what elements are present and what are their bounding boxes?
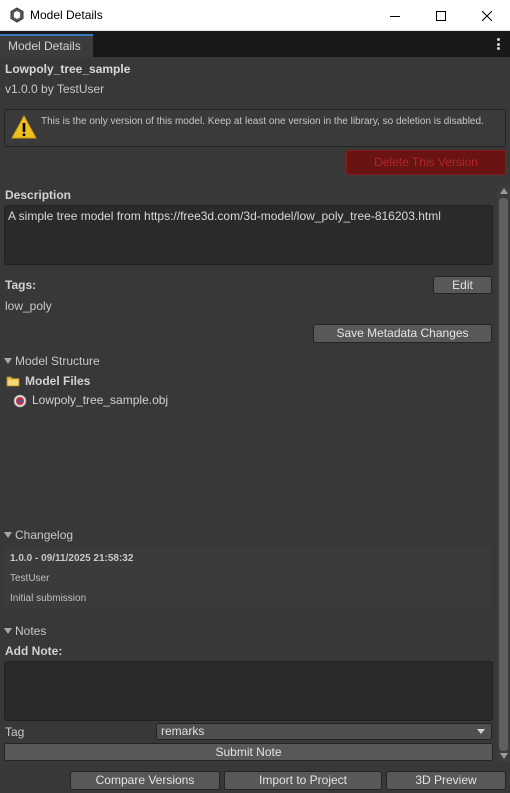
warning-text: This is the only version of this model. … xyxy=(41,116,484,127)
model-file-name: Lowpoly_tree_sample.obj xyxy=(32,393,169,407)
chevron-down-icon xyxy=(4,628,12,634)
changelog-entry: 1.0.0 - 09/11/2025 21:58:32 TestUser Ini… xyxy=(4,547,491,609)
notes-foldout[interactable]: Notes xyxy=(4,624,46,638)
edit-tags-button[interactable]: Edit xyxy=(433,276,492,294)
app-icon xyxy=(9,7,25,23)
window-title: Model Details xyxy=(30,8,103,22)
more-options-icon[interactable] xyxy=(492,36,504,52)
model-structure-foldout[interactable]: Model Structure xyxy=(4,354,100,368)
model-version: v1.0.0 by TestUser xyxy=(5,82,105,96)
model-name: Lowpoly_tree_sample xyxy=(5,62,131,76)
tag-label: Tag xyxy=(5,725,25,739)
window-titlebar: Model Details xyxy=(0,0,510,31)
tags-value: low_poly xyxy=(5,299,52,313)
note-input[interactable] xyxy=(4,661,493,721)
warning-icon xyxy=(11,114,37,143)
chevron-down-icon xyxy=(477,729,485,734)
chevron-down-icon xyxy=(4,358,12,364)
changelog-entry-header: 1.0.0 - 09/11/2025 21:58:32 xyxy=(10,553,134,564)
folder-icon xyxy=(6,375,20,390)
changelog-entry-author: TestUser xyxy=(10,573,50,584)
model-structure-label: Model Structure xyxy=(15,354,100,368)
warning-box: This is the only version of this model. … xyxy=(4,109,506,147)
chevron-down-icon xyxy=(4,532,12,538)
notes-label: Notes xyxy=(15,624,47,638)
tag-dropdown-value: remarks xyxy=(161,724,205,738)
preview-3d-button[interactable]: 3D Preview xyxy=(386,771,506,790)
scroll-up-icon[interactable] xyxy=(500,188,508,194)
add-note-label: Add Note: xyxy=(5,644,63,658)
scroll-down-icon[interactable] xyxy=(500,753,508,759)
tags-label: Tags: xyxy=(5,278,37,292)
changelog-entry-message: Initial submission xyxy=(10,593,87,604)
close-button[interactable] xyxy=(464,0,510,31)
tab-bar: Model Details xyxy=(0,31,510,57)
description-field[interactable]: A simple tree model from https://free3d.… xyxy=(4,205,493,265)
tab-model-details[interactable]: Model Details xyxy=(0,34,93,57)
changelog-label: Changelog xyxy=(15,528,74,542)
maximize-button[interactable] xyxy=(418,0,464,31)
delete-version-button[interactable]: Delete This Version xyxy=(346,150,506,175)
model-file-icon xyxy=(13,394,27,411)
minimize-button[interactable] xyxy=(372,0,418,31)
changelog-foldout[interactable]: Changelog xyxy=(4,528,73,542)
compare-versions-button[interactable]: Compare Versions xyxy=(70,771,220,790)
save-metadata-button[interactable]: Save Metadata Changes xyxy=(313,324,492,343)
submit-note-button[interactable]: Submit Note xyxy=(4,743,493,761)
folder-label: Model Files xyxy=(25,374,91,388)
description-label: Description xyxy=(5,188,72,202)
tag-dropdown[interactable]: remarks xyxy=(156,723,492,740)
description-value: A simple tree model from https://free3d.… xyxy=(8,209,441,223)
scrollbar-thumb[interactable] xyxy=(499,198,508,751)
import-to-project-button[interactable]: Import to Project xyxy=(224,771,382,790)
